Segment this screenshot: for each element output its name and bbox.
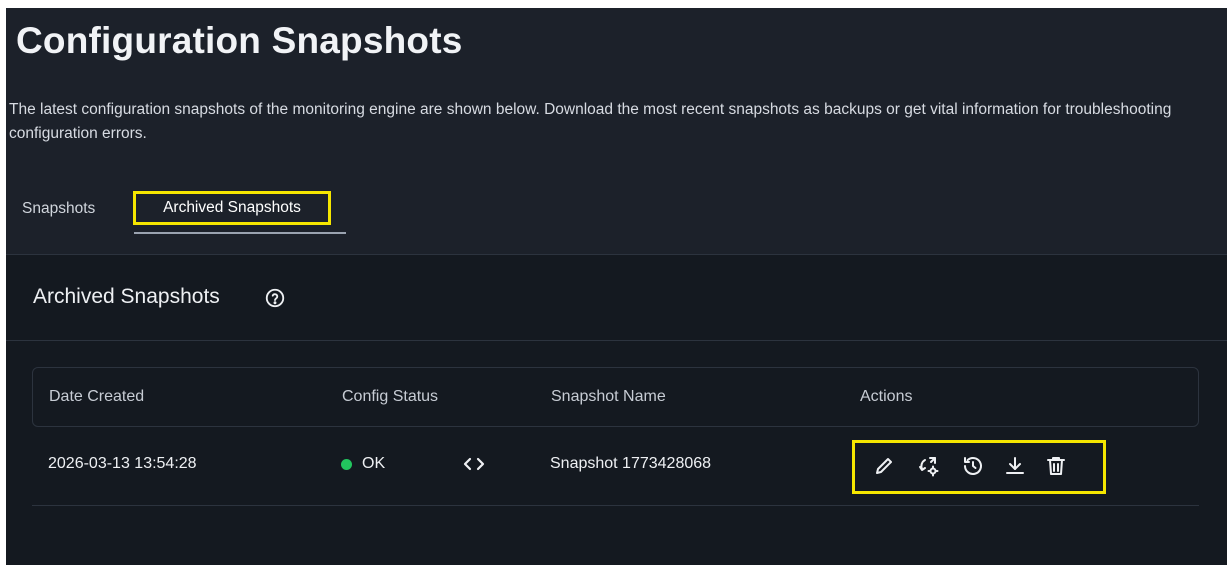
page-description: The latest configuration snapshots of th…: [9, 101, 1172, 142]
cell-config-status: OK: [341, 455, 385, 473]
delete-icon[interactable]: [1044, 454, 1068, 478]
cell-snapshot-name: Snapshot 1773428068: [550, 455, 712, 472]
tab-snapshots[interactable]: Snapshots: [22, 200, 95, 218]
page: Configuration Snapshots The latest confi…: [6, 8, 1227, 565]
row-actions: [852, 440, 1106, 494]
column-header-date-created: Date Created: [49, 388, 145, 405]
page-title: Configuration Snapshots: [16, 20, 463, 61]
download-icon[interactable]: [1003, 454, 1027, 478]
edit-icon[interactable]: [872, 454, 896, 478]
help-circle-icon[interactable]: [264, 287, 286, 309]
panel-header: Archived Snapshots: [6, 255, 1227, 341]
table-row: 2026-03-13 13:54:28 OK Snapshot 17734280…: [32, 427, 1199, 506]
panel-title: Archived Snapshots: [33, 285, 220, 308]
column-header-config-status: Config Status: [342, 388, 439, 405]
cell-date-created: 2026-03-13 13:54:28: [48, 455, 197, 472]
column-header-snapshot-name: Snapshot Name: [551, 388, 666, 405]
column-header-actions: Actions: [860, 388, 913, 405]
status-ok-dot-icon: [341, 458, 352, 470]
status-label: OK: [362, 455, 386, 472]
restore-settings-icon[interactable]: [917, 454, 941, 478]
tab-archived-snapshots[interactable]: Archived Snapshots: [133, 191, 331, 225]
table-header: Date Created Config Status Snapshot Name…: [32, 367, 1199, 427]
view-code-icon[interactable]: [460, 451, 488, 477]
history-restore-icon[interactable]: [961, 454, 985, 478]
tab-bar: Snapshots Archived Snapshots: [6, 188, 1227, 235]
section-spacer: [6, 234, 1227, 254]
archived-snapshots-panel: Archived Snapshots Date Created Config S…: [6, 254, 1227, 565]
